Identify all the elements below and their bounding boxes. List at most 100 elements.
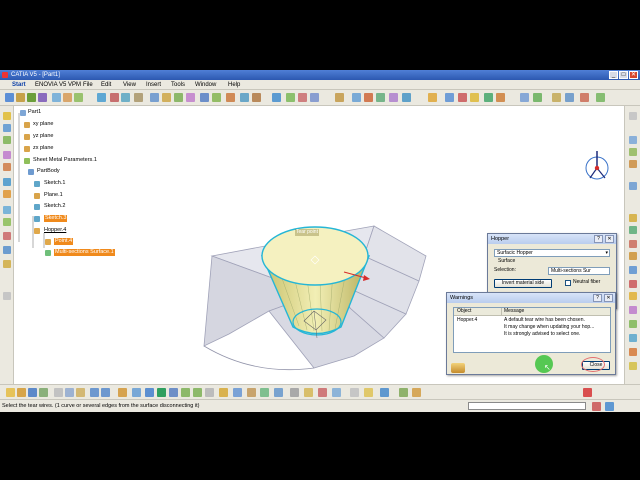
texture-icon[interactable]	[318, 388, 327, 397]
extract-right-icon[interactable]	[629, 182, 637, 190]
line-icon[interactable]	[252, 93, 261, 102]
tree-item-xy-plane[interactable]: xy plane	[33, 121, 54, 128]
measure-icon[interactable]	[286, 93, 295, 102]
fly-mode-icon[interactable]	[132, 388, 141, 397]
warning-object-cell[interactable]: Hopper.4	[457, 317, 477, 324]
open-icon[interactable]	[17, 388, 26, 397]
menu-insert[interactable]: Insert	[146, 81, 161, 89]
rule-icon[interactable]	[496, 93, 505, 102]
apply-bottom-icon[interactable]	[332, 388, 341, 397]
menu-edit[interactable]: Edit	[101, 81, 111, 89]
neutral-fiber-checkbox[interactable]	[565, 280, 571, 286]
layer-icon[interactable]	[350, 388, 359, 397]
select-right-icon[interactable]	[629, 112, 637, 120]
formula-icon[interactable]	[484, 93, 493, 102]
tools-bottom-icon[interactable]	[412, 388, 421, 397]
select-bottom-icon[interactable]	[364, 388, 373, 397]
walls-icon[interactable]	[38, 93, 47, 102]
menu-file[interactable]: File	[83, 81, 93, 89]
tree-item-yz-plane[interactable]: yz plane	[33, 133, 54, 140]
swap-icon[interactable]	[380, 388, 389, 397]
print-icon[interactable]	[39, 388, 48, 397]
update-icon[interactable]	[364, 93, 373, 102]
surface-icon[interactable]	[533, 93, 542, 102]
paste-icon[interactable]	[76, 388, 85, 397]
new-icon[interactable]	[16, 93, 25, 102]
hopper-close-button[interactable]: ✕	[605, 235, 614, 243]
menu-help[interactable]: Help	[228, 81, 240, 89]
bend-icon[interactable]	[110, 93, 119, 102]
tree-item-sketch1[interactable]: Sketch.1	[44, 180, 65, 187]
measure-between-icon[interactable]	[445, 93, 454, 102]
tree-item-sketch2[interactable]: Sketch.2	[44, 203, 65, 210]
sheetmetal-workbench-icon[interactable]	[5, 93, 14, 102]
stamp-icon[interactable]	[134, 93, 143, 102]
sketch-icon[interactable]	[335, 93, 344, 102]
unfold-icon[interactable]	[121, 93, 130, 102]
column-message[interactable]: Message	[504, 308, 524, 315]
invert-material-side-button[interactable]: Invert material side	[494, 279, 552, 288]
zoom-in-icon[interactable]	[181, 388, 190, 397]
point-icon[interactable]	[240, 93, 249, 102]
normal-view-icon[interactable]	[205, 388, 214, 397]
flange-icon[interactable]	[63, 93, 72, 102]
tree-item-hopper4[interactable]: Hopper.4	[44, 227, 66, 234]
snap-left-icon[interactable]	[3, 260, 11, 268]
tree-item-multi-sections-surface1[interactable]: Multi-sections Surface.1	[54, 249, 115, 256]
menu-tools[interactable]: Tools	[171, 81, 185, 89]
fold-icon[interactable]	[226, 93, 235, 102]
check-icon[interactable]	[310, 93, 319, 102]
flat-icon[interactable]	[580, 93, 589, 102]
flanged-hole-right-icon[interactable]	[629, 266, 637, 274]
plane-right-icon[interactable]	[629, 136, 637, 144]
axis-right-icon[interactable]	[629, 148, 637, 156]
corner-icon[interactable]	[174, 93, 183, 102]
stop-icon[interactable]	[458, 93, 467, 102]
mirror-icon[interactable]	[212, 93, 221, 102]
grid-icon[interactable]	[290, 388, 299, 397]
fit-all-icon[interactable]	[145, 388, 154, 397]
stiffener-right-icon[interactable]	[629, 320, 637, 328]
line-left-icon[interactable]	[3, 292, 11, 300]
hopper-tool-icon[interactable]	[520, 93, 529, 102]
warnings-close-x-button[interactable]: ✕	[604, 294, 613, 302]
refresh-icon[interactable]	[376, 93, 385, 102]
tree-item-partbody[interactable]: PartBody	[37, 168, 60, 175]
rolled-wall-left-icon[interactable]	[3, 218, 11, 226]
warnings-help-button[interactable]: ?	[593, 294, 602, 302]
3d-compass-icon[interactable]	[274, 388, 283, 397]
command-input[interactable]	[468, 402, 586, 410]
point-right-icon[interactable]	[629, 160, 637, 168]
views-icon[interactable]	[596, 93, 605, 102]
hopper-left-icon[interactable]	[3, 206, 11, 214]
parameters-icon[interactable]	[27, 93, 36, 102]
extrusion-icon[interactable]	[74, 93, 83, 102]
cut-icon[interactable]	[54, 388, 63, 397]
hopper-help-button[interactable]: ?	[594, 235, 603, 243]
minimize-button[interactable]: _	[609, 71, 618, 79]
bridge-right-icon[interactable]	[629, 292, 637, 300]
catalog-icon[interactable]	[428, 93, 437, 102]
flange-left-icon[interactable]	[3, 151, 11, 159]
hopper-right-icon[interactable]	[629, 214, 637, 222]
pattern-icon[interactable]	[200, 93, 209, 102]
shading-icon[interactable]	[233, 388, 242, 397]
menu-view[interactable]: View	[123, 81, 136, 89]
status-stop-icon[interactable]	[592, 402, 601, 411]
copy-icon[interactable]	[65, 388, 74, 397]
hem-left-icon[interactable]	[3, 163, 11, 171]
whats-this-icon[interactable]	[118, 388, 127, 397]
pan-icon[interactable]	[157, 388, 166, 397]
hopper-type-select[interactable]: Surfacic Hopper ▾	[494, 249, 610, 257]
cutout-right-icon[interactable]	[629, 306, 637, 314]
undo-icon[interactable]	[90, 388, 99, 397]
recognize-icon[interactable]	[552, 93, 561, 102]
swap-visible-icon[interactable]	[260, 388, 269, 397]
maximize-button[interactable]: □	[619, 71, 628, 79]
stamp-right-icon[interactable]	[629, 240, 637, 248]
louver-right-icon[interactable]	[629, 280, 637, 288]
views-icon[interactable]	[219, 388, 228, 397]
tree-item-plane1[interactable]: Plane.1	[44, 192, 63, 199]
new-file-icon[interactable]	[6, 388, 15, 397]
measure-bottom-icon[interactable]	[304, 388, 313, 397]
